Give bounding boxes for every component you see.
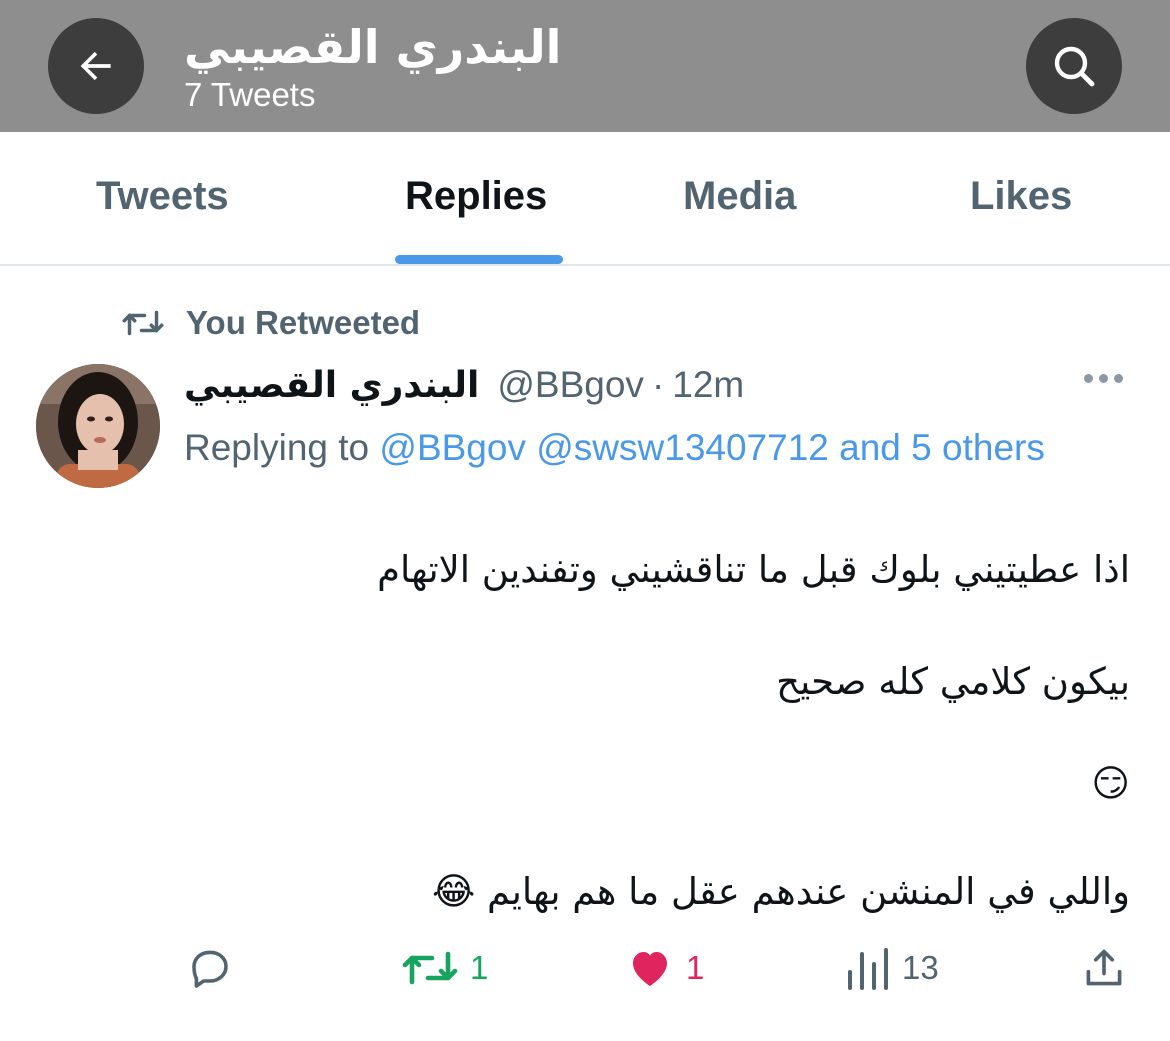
retweet-icon — [122, 310, 164, 336]
avatar-image — [36, 364, 160, 488]
more-options-button[interactable] — [1084, 374, 1123, 383]
views-count: 13 — [902, 949, 939, 986]
tab-media[interactable]: Media — [683, 174, 796, 219]
tab-tweets[interactable]: Tweets — [96, 174, 229, 219]
back-button[interactable] — [48, 18, 144, 114]
replying-users-link[interactable]: @BBgov @swsw13407712 — [379, 427, 828, 468]
replying-prefix: Replying to — [184, 427, 370, 468]
retweet-button[interactable]: 1 — [402, 940, 488, 996]
profile-tabs: Tweets Replies Media Likes — [0, 132, 1170, 266]
active-tab-indicator — [395, 255, 563, 264]
tweet-text-line: اذا عطيتيني بلوك قبل ما تناقشيني وتفندين… — [377, 548, 1130, 591]
views-button[interactable]: 13 — [846, 940, 939, 996]
heart-icon — [633, 952, 667, 986]
replying-to: Replying to @BBgov @swsw13407712 and 5 o… — [184, 418, 1084, 478]
retweet-icon — [402, 951, 458, 985]
author-handle[interactable]: @BBgov — [497, 364, 644, 406]
tweet-text-line: بيكون كلامي كله صحيح — [776, 660, 1130, 703]
like-button[interactable]: 1 — [626, 940, 704, 996]
tab-likes[interactable]: Likes — [970, 174, 1072, 219]
search-icon — [1054, 46, 1095, 87]
tweet-text-line: واللي في المنشن عندهم عقل ما هم بهايم 😂 — [431, 870, 1130, 913]
reply-button[interactable] — [186, 940, 234, 996]
retweet-context: You Retweeted — [122, 304, 420, 342]
more-dot — [1114, 374, 1123, 383]
retweet-context-label: You Retweeted — [186, 304, 421, 341]
author-name[interactable]: البندري القصيبي — [184, 365, 479, 406]
like-count: 1 — [686, 949, 705, 986]
search-button[interactable] — [1026, 18, 1122, 114]
share-button[interactable] — [1082, 940, 1126, 996]
tweet-text-line: 😏 — [1091, 762, 1130, 805]
speech-bubble-icon — [192, 950, 228, 988]
tab-replies[interactable]: Replies — [405, 174, 547, 219]
header-title: البندري القصيبي — [184, 20, 562, 74]
tweet-time[interactable]: 12m — [672, 364, 744, 406]
tweet-actions: 1 1 13 — [0, 940, 1170, 1000]
tweet-header: البندري القصيبي @BBgov · 12m — [184, 360, 744, 410]
retweet-count: 1 — [470, 949, 489, 986]
separator-dot: · — [651, 364, 665, 405]
more-dot — [1084, 374, 1093, 383]
avatar[interactable] — [36, 364, 160, 488]
bar-chart-icon — [848, 948, 888, 990]
profile-header: البندري القصيبي 7 Tweets — [0, 0, 1170, 132]
more-dot — [1099, 374, 1108, 383]
share-icon — [1086, 949, 1122, 986]
tweet-count: 7 Tweets — [184, 76, 316, 113]
replying-others-link[interactable]: and 5 others — [839, 427, 1045, 468]
arrow-left-icon — [80, 51, 111, 81]
